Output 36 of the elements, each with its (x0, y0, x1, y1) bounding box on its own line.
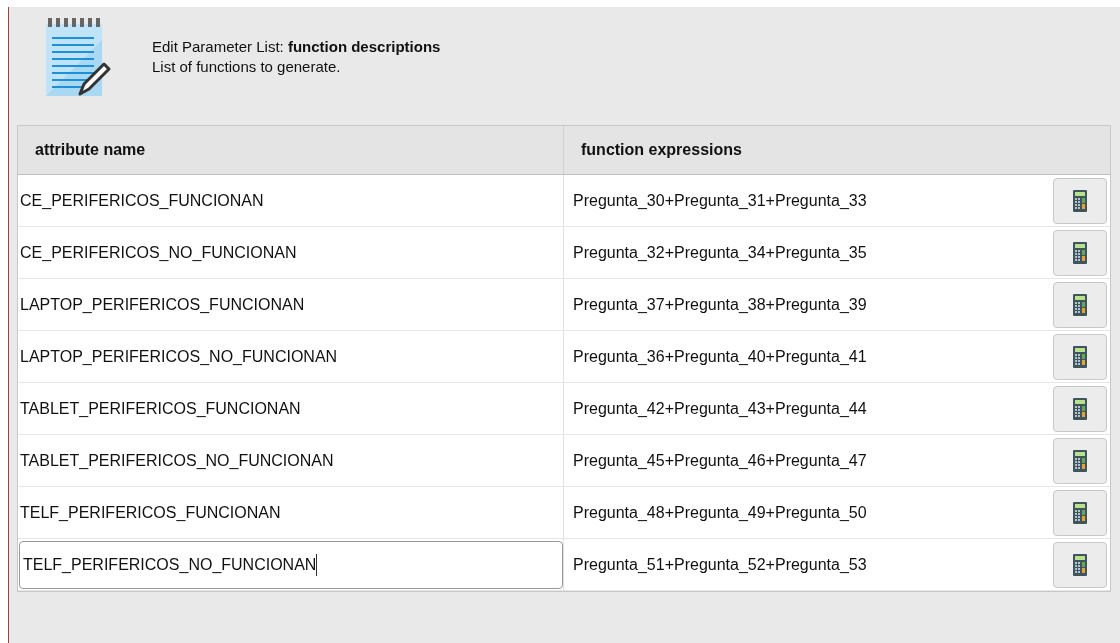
table-cell-text: Pregunta_36+Pregunta_40+Pregunta_41 (573, 346, 868, 367)
calculator-icon (1073, 397, 1087, 420)
column-header: attribute name (35, 140, 146, 160)
dialog-description: List of functions to generate. (152, 57, 342, 77)
dialog-title: Edit Parameter List: function descriptions (152, 37, 441, 57)
table-cell-text: Pregunta_37+Pregunta_38+Pregunta_39 (573, 294, 868, 315)
table-cell-text: TABLET_PERIFERICOS_NO_FUNCIONAN (19, 450, 334, 471)
calculator-button[interactable] (1053, 229, 1107, 276)
table-cell-text: Pregunta_32+Pregunta_34+Pregunta_35 (573, 242, 868, 263)
calculator-button[interactable] (1053, 489, 1107, 536)
calculator-button[interactable] (1053, 437, 1107, 484)
table-cell-text: Pregunta_30+Pregunta_31+Pregunta_33 (573, 190, 868, 211)
table-cell-text: CE_PERIFERICOS_NO_FUNCIONAN (19, 242, 297, 263)
table-cell-text: Pregunta_42+Pregunta_43+Pregunta_44 (573, 398, 868, 419)
calculator-icon (1073, 293, 1087, 316)
calculator-button[interactable] (1053, 541, 1107, 588)
input-field[interactable]: TELF_PERIFERICOS_NO_FUNCIONAN (19, 540, 563, 589)
calculator-icon (1073, 449, 1087, 472)
column-header: function expressions (581, 140, 742, 160)
calculator-icon (1073, 241, 1087, 264)
table-cell-text: LAPTOP_PERIFERICOS_NO_FUNCIONAN (19, 346, 338, 367)
calculator-button[interactable] (1053, 333, 1107, 380)
table-cell-text: Pregunta_45+Pregunta_46+Pregunta_47 (573, 450, 868, 471)
calculator-button[interactable] (1053, 281, 1107, 328)
calculator-icon (1073, 189, 1087, 212)
calculator-button[interactable] (1053, 177, 1107, 224)
calculator-icon (1073, 553, 1087, 576)
table-cell-text: LAPTOP_PERIFERICOS_FUNCIONAN (19, 294, 305, 315)
calculator-icon (1073, 501, 1087, 524)
table-cell-text: CE_PERIFERICOS_FUNCIONAN (19, 190, 264, 211)
table-cell-text: TELF_PERIFERICOS_FUNCIONAN (19, 502, 281, 523)
table-cell-text: Pregunta_48+Pregunta_49+Pregunta_50 (573, 502, 868, 523)
table-cell-text: Pregunta_51+Pregunta_52+Pregunta_53 (573, 554, 868, 575)
calculator-icon (1073, 345, 1087, 368)
table-cell-text: TABLET_PERIFERICOS_FUNCIONAN (19, 398, 301, 419)
calculator-button[interactable] (1053, 385, 1107, 432)
